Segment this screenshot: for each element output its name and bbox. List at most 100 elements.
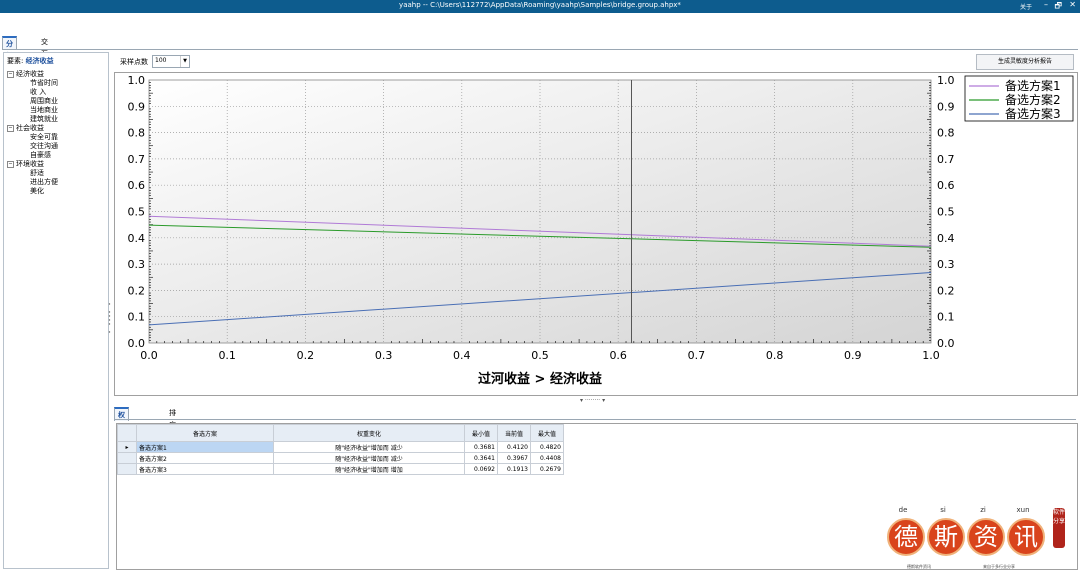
table-row[interactable]: 备选方案3 随"经济收益"增加而 增加 0.0692 0.1913 0.2679 xyxy=(117,463,564,475)
y-tick-label-left: 1.0 xyxy=(128,74,146,87)
horizontal-splitter[interactable]: ▾ ········ ▾ xyxy=(580,397,605,404)
y-tick-label-left: 0.8 xyxy=(128,127,146,140)
watermark-caption: 来自于多行业分享 xyxy=(983,564,1015,569)
cell-min[interactable]: 0.0692 xyxy=(464,463,498,475)
criterion-value: 经济收益 xyxy=(25,57,54,65)
y-tick-label-right: 0.2 xyxy=(937,284,955,297)
y-tick-label-right: 0.3 xyxy=(937,258,955,271)
watermark-char: 斯 xyxy=(927,518,965,556)
tree-node-label: 收 入 xyxy=(30,88,47,96)
y-tick-label-left: 0.1 xyxy=(128,311,146,324)
table-row[interactable]: 备选方案2 随"经济收益"增加而 减少 0.3641 0.3967 0.4408 xyxy=(117,452,564,464)
tree-node-label: 周围商业 xyxy=(30,97,58,105)
y-tick-label-left: 0.2 xyxy=(128,284,146,297)
restore-icon[interactable]: 🗗 xyxy=(1054,0,1062,14)
cell-current[interactable]: 0.4120 xyxy=(497,441,531,453)
title-bar: yaahp -- C:\Users\112772\AppData\Roaming… xyxy=(0,0,1080,13)
column-header-min[interactable]: 最小值 xyxy=(464,424,498,442)
close-icon[interactable]: ✕ xyxy=(1069,0,1076,9)
tree-node[interactable]: 美化 xyxy=(30,186,44,196)
tree-node-label: 环境收益 xyxy=(16,160,44,168)
sensitivity-chart: 0.0 0.1 0.2 0.3 0.4 0.5 0.6 0.7 0.8 0.9 1.0 0.0 0.0 0… xyxy=(114,72,1078,396)
tab-ranking-change[interactable]: 排序变化情况 xyxy=(166,407,179,477)
y-tick-label-right: 1.0 xyxy=(937,74,955,87)
watermark-char: 讯 xyxy=(1007,518,1045,556)
column-header-current[interactable]: 当前值 xyxy=(497,424,531,442)
table-row[interactable]: ▸ 备选方案1 随"经济收益"增加而 减少 0.3681 0.4120 0.4820 xyxy=(117,441,564,453)
sample-points-label: 采样点数 xyxy=(120,58,148,66)
bottom-tab-divider xyxy=(114,419,1076,420)
criterion-header: 要素: 经济收益 xyxy=(7,56,54,66)
cell-max[interactable]: 0.2679 xyxy=(530,463,564,475)
watermark-seal: 软件分享 xyxy=(1053,508,1065,548)
x-tick-label: 0.2 xyxy=(297,349,315,362)
minimize-icon[interactable]: – xyxy=(1044,0,1048,9)
watermark-pinyin: zi xyxy=(980,506,986,514)
expand-toggle-icon[interactable]: − xyxy=(7,70,14,78)
y-tick-label-right: 0.8 xyxy=(937,127,955,140)
column-header-alternative[interactable]: 备选方案 xyxy=(136,424,274,442)
cell-max[interactable]: 0.4820 xyxy=(530,441,564,453)
chevron-down-icon[interactable]: ▼ xyxy=(180,56,189,67)
row-header[interactable] xyxy=(117,452,137,464)
table-header-row: 备选方案 权重变化 最小值 当前值 最大值 xyxy=(117,424,564,442)
y-tick-label-left: 0.7 xyxy=(128,153,146,166)
generate-report-button[interactable]: 生成灵敏度分析报告 xyxy=(976,54,1074,70)
x-tick-label: 1.0 xyxy=(922,349,940,362)
tab-divider xyxy=(2,49,1078,50)
x-tick-label: 0.0 xyxy=(140,349,158,362)
watermark-char: 资 xyxy=(967,518,1005,556)
row-header[interactable] xyxy=(117,463,137,475)
expand-toggle-icon[interactable]: − xyxy=(7,160,14,168)
y-tick-label-left: 0.0 xyxy=(128,337,146,350)
corner-cell xyxy=(117,424,137,442)
y-tick-label-left: 0.5 xyxy=(128,206,146,219)
tree-node-label: 进出方便 xyxy=(30,178,58,186)
x-tick-label: 0.8 xyxy=(766,349,784,362)
x-axis-label: 过河收益 > 经济收益 xyxy=(478,371,602,387)
tree-node-label: 美化 xyxy=(30,187,44,195)
x-tick-label: 0.4 xyxy=(453,349,471,362)
about-menu[interactable]: 关于 xyxy=(1020,2,1032,11)
chart-toolbar: 采样点数 100 ▼ 生成灵敏度分析报告 xyxy=(114,54,1076,70)
watermark-caption: 德斯软件资讯 xyxy=(907,564,931,569)
tab-interactive-analysis[interactable]: 交互分析 xyxy=(38,36,51,82)
tree-node-label: 舒适 xyxy=(30,169,44,177)
sample-points-value: 100 xyxy=(155,57,167,64)
tab-analysis-results[interactable]: 分析结果 xyxy=(2,36,17,84)
cell-min[interactable]: 0.3641 xyxy=(464,452,498,464)
watermark-pinyin: de xyxy=(898,506,908,514)
legend-label: 备选方案2 xyxy=(1005,92,1061,107)
current-row-icon[interactable]: ▸ xyxy=(117,441,137,453)
y-tick-label-left: 0.9 xyxy=(128,100,146,113)
tree-node-label: 当地商业 xyxy=(30,106,58,114)
y-tick-label-right: 0.6 xyxy=(937,179,955,192)
vertical-splitter[interactable] xyxy=(108,300,111,340)
cell-weight-change[interactable]: 随"经济收益"增加而 增加 xyxy=(273,463,465,475)
cell-min[interactable]: 0.3681 xyxy=(464,441,498,453)
tree-node-label: 社会收益 xyxy=(16,124,44,132)
cell-current[interactable]: 0.1913 xyxy=(497,463,531,475)
y-tick-label-left: 0.6 xyxy=(128,179,146,192)
cell-alternative[interactable]: 备选方案2 xyxy=(136,452,274,464)
cell-current[interactable]: 0.3967 xyxy=(497,452,531,464)
chart-legend: 备选方案1备选方案2备选方案3 xyxy=(964,75,1074,122)
tree-node-label: 交往沟通 xyxy=(30,142,58,150)
ribbon-area xyxy=(0,13,1080,35)
legend-label: 备选方案1 xyxy=(1005,78,1061,93)
chart-svg: 0.0 0.1 0.2 0.3 0.4 0.5 0.6 0.7 0.8 0.9 1.00.0 0.00… xyxy=(128,74,1074,387)
cell-weight-change[interactable]: 随"经济收益"增加而 减少 xyxy=(273,452,465,464)
cell-weight-change[interactable]: 随"经济收益"增加而 减少 xyxy=(273,441,465,453)
cell-alternative[interactable]: 备选方案1 xyxy=(136,441,274,453)
y-tick-label-left: 0.4 xyxy=(128,232,146,245)
expand-toggle-icon[interactable]: − xyxy=(7,124,14,132)
cell-max[interactable]: 0.4408 xyxy=(530,452,564,464)
column-header-max[interactable]: 最大值 xyxy=(530,424,564,442)
legend-label: 备选方案3 xyxy=(1005,106,1061,121)
cell-alternative[interactable]: 备选方案3 xyxy=(136,463,274,475)
sample-points-select[interactable]: 100 ▼ xyxy=(152,55,190,68)
y-tick-label-right: 0.0 xyxy=(937,337,955,350)
tree-node-label: 节省时间 xyxy=(30,79,58,87)
y-tick-label-left: 0.3 xyxy=(128,258,146,271)
column-header-weight-change[interactable]: 权重变化 xyxy=(273,424,465,442)
